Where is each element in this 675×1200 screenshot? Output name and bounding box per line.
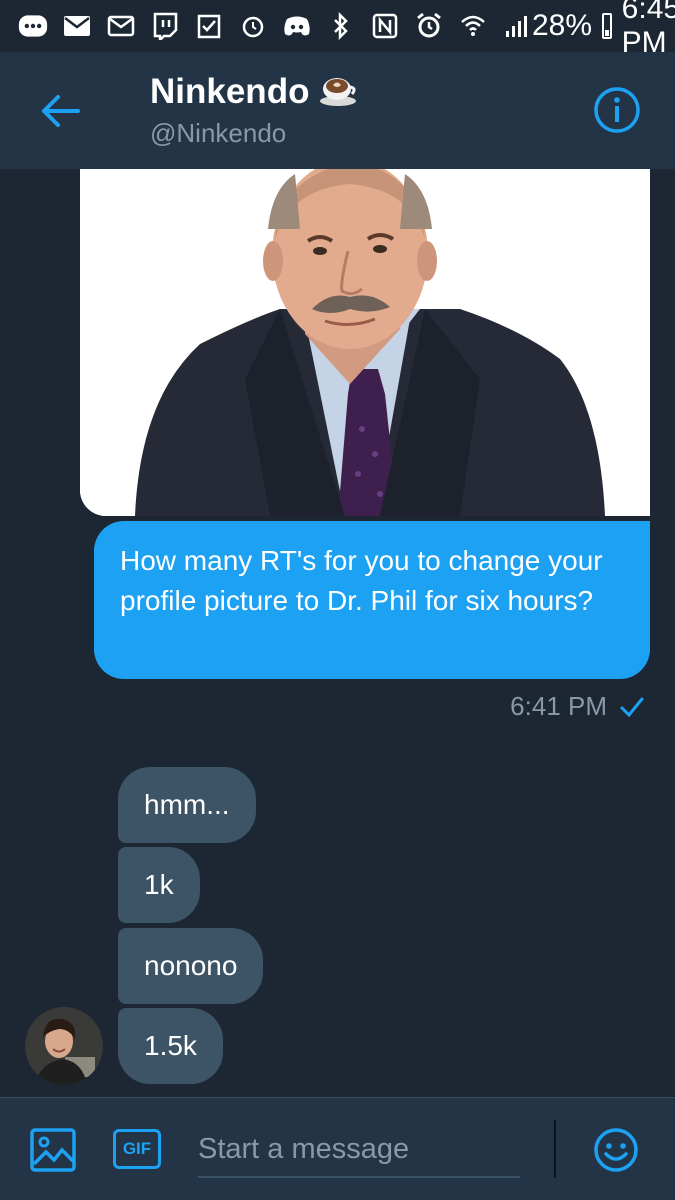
info-button[interactable] (593, 86, 641, 134)
bluetooth-icon (326, 12, 356, 40)
more-icon (18, 12, 48, 40)
checkmark-icon (620, 697, 644, 717)
mail-outline-icon (106, 12, 136, 40)
message-input[interactable] (198, 1122, 520, 1178)
status-bar: 28% 6:45 PM (0, 0, 675, 59)
man-in-suit-photo (80, 169, 650, 516)
received-message-bubble[interactable]: 1.5k (118, 1008, 223, 1084)
clock: 6:45 PM (621, 0, 675, 59)
status-right: 28% 6:45 PM (532, 0, 675, 60)
gif-button[interactable]: GIF (113, 1129, 161, 1169)
add-image-button[interactable] (30, 1128, 76, 1172)
info-icon (594, 87, 640, 133)
back-button[interactable] (36, 88, 84, 134)
received-message-bubble[interactable]: nonono (118, 928, 264, 1004)
received-message-bubble[interactable]: 1k (118, 847, 200, 923)
status-icons (18, 12, 532, 40)
header-titles: Ninkendo @Ninkendo (150, 72, 359, 149)
alarm-clock-icon (414, 12, 444, 40)
alarm-icon (238, 12, 268, 40)
twitch-icon (150, 12, 180, 40)
signal-icon (502, 12, 532, 40)
image-icon (30, 1128, 76, 1172)
emoji-button[interactable] (593, 1127, 639, 1173)
avatar[interactable] (25, 1007, 103, 1085)
back-arrow-icon (42, 95, 80, 127)
composer-divider (554, 1120, 556, 1178)
sent-time: 6:41 PM (510, 691, 607, 721)
name-row: Ninkendo (150, 72, 359, 112)
contact-handle: @Ninkendo (150, 118, 287, 148)
nfc-icon (370, 12, 400, 40)
battery-percent: 28% (532, 9, 593, 42)
contact-name: Ninkendo (150, 72, 310, 111)
received-message-bubble[interactable]: hmm... (118, 767, 256, 843)
avatar-photo (25, 1007, 103, 1085)
checkbox-icon (194, 12, 224, 40)
conversation[interactable]: How many RT's for you to change your pro… (0, 169, 675, 1097)
sent-message-meta: 6:41 PM (510, 691, 645, 722)
wifi-icon (458, 12, 488, 40)
conversation-header: Ninkendo @Ninkendo (0, 52, 675, 169)
smiley-icon (594, 1128, 638, 1172)
battery-icon (602, 13, 612, 39)
mail-icon (62, 12, 92, 40)
discord-icon (282, 12, 312, 40)
coffee-icon (319, 73, 359, 112)
sent-message-bubble[interactable]: How many RT's for you to change your pro… (94, 521, 650, 679)
message-composer: GIF (0, 1097, 675, 1200)
sent-image[interactable] (80, 169, 650, 516)
